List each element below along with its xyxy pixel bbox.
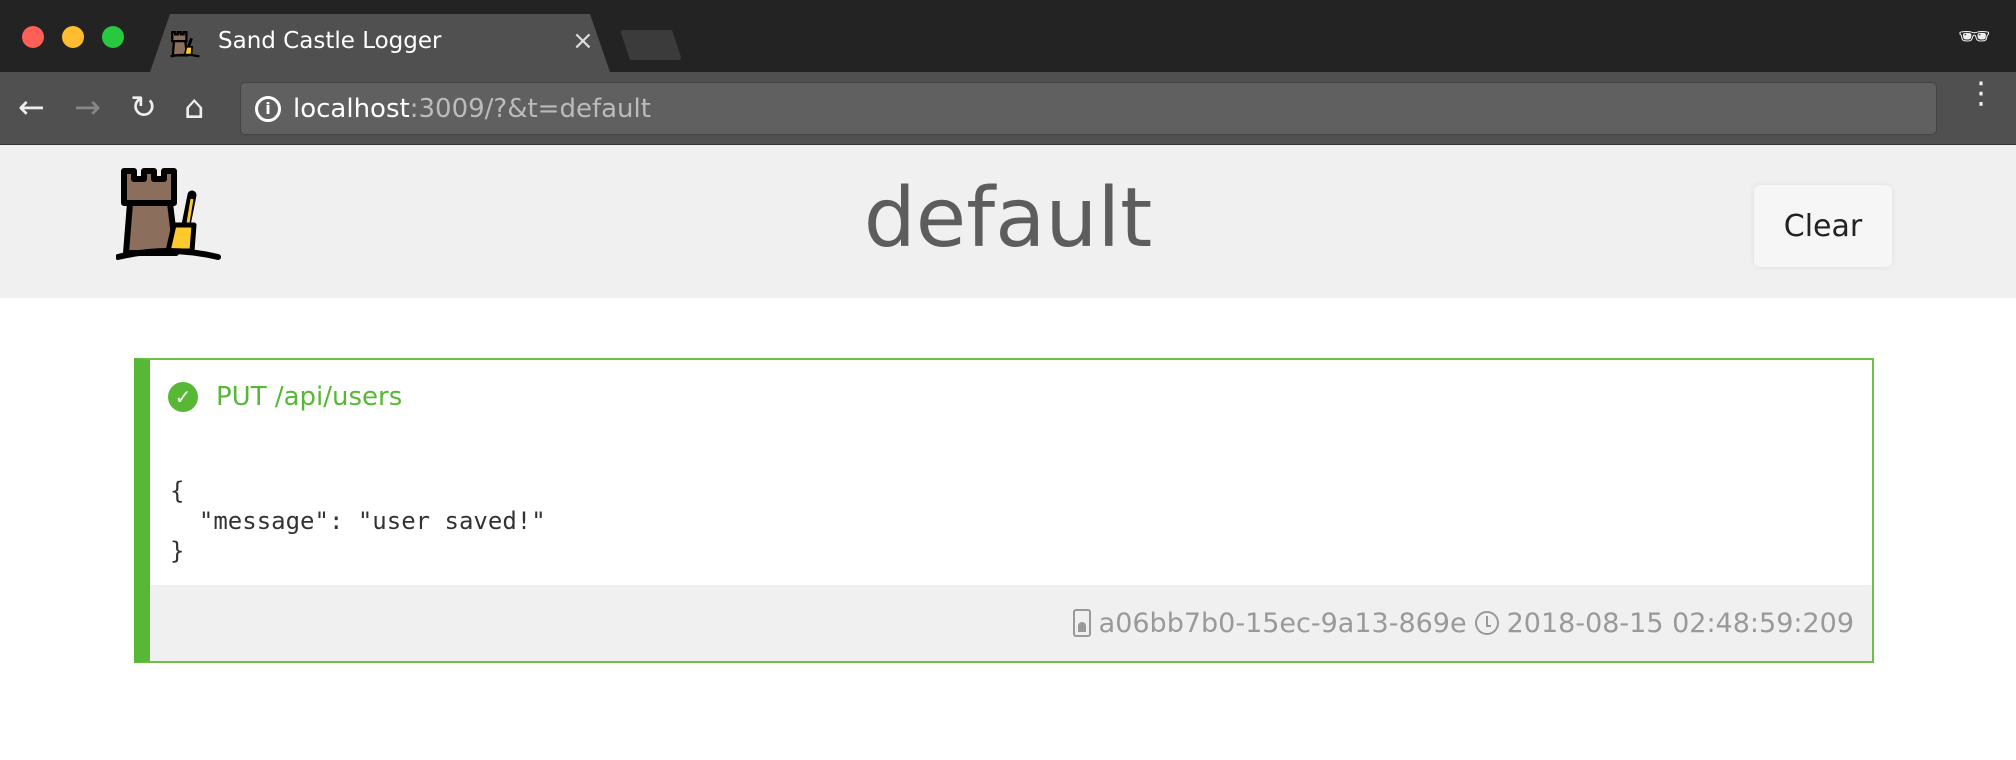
page-title: default [863,171,1153,266]
address-bar[interactable]: i localhost:3009/?&t=default [240,82,1937,135]
clock-icon [1474,611,1499,635]
more-menu-icon[interactable]: ⋮ [1966,79,1996,109]
success-check-icon: ✓ [168,382,198,412]
log-id: a06bb7b0-15ec-9a13-869e [1098,607,1467,639]
close-window-button[interactable] [22,26,44,48]
tab-close-icon[interactable]: × [572,26,594,56]
forward-icon[interactable]: → [74,88,101,126]
incognito-icon: 🕶 [1958,22,1992,52]
home-icon[interactable]: ⌂ [184,88,204,126]
minimize-window-button[interactable] [62,26,84,48]
sand-castle-favicon-icon [170,30,200,58]
id-badge-icon [1072,609,1091,637]
url-host: localhost [293,94,410,124]
request-method-path: PUT /api/users [216,382,403,412]
reload-icon[interactable]: ↻ [130,88,157,126]
app-header: default Clear [0,145,2016,298]
log-timestamp: 2018-08-15 02:48:59:209 [1506,607,1854,639]
log-entry-footer: a06bb7b0-15ec-9a13-869e 2018-08-15 02:48… [150,585,1872,661]
log-entry: ✓ PUT /api/users { "message": "user save… [134,358,1874,663]
new-tab-button[interactable] [620,30,682,60]
browser-toolbar: ← → ↻ ⌂ i localhost:3009/?&t=default ⋮ [0,72,2016,145]
tab-strip: Sand Castle Logger × 🕶 [0,0,2016,72]
tab-title: Sand Castle Logger [218,28,442,54]
log-entry-header: ✓ PUT /api/users [168,382,402,412]
log-body: { "message": "user saved!" } [170,477,546,565]
info-icon[interactable]: i [255,96,281,122]
url-path: :3009/?&t=default [409,94,651,124]
back-icon[interactable]: ← [18,88,45,126]
url-text[interactable]: localhost:3009/?&t=default [293,94,651,124]
clear-button[interactable]: Clear [1754,185,1892,267]
maximize-window-button[interactable] [102,26,124,48]
